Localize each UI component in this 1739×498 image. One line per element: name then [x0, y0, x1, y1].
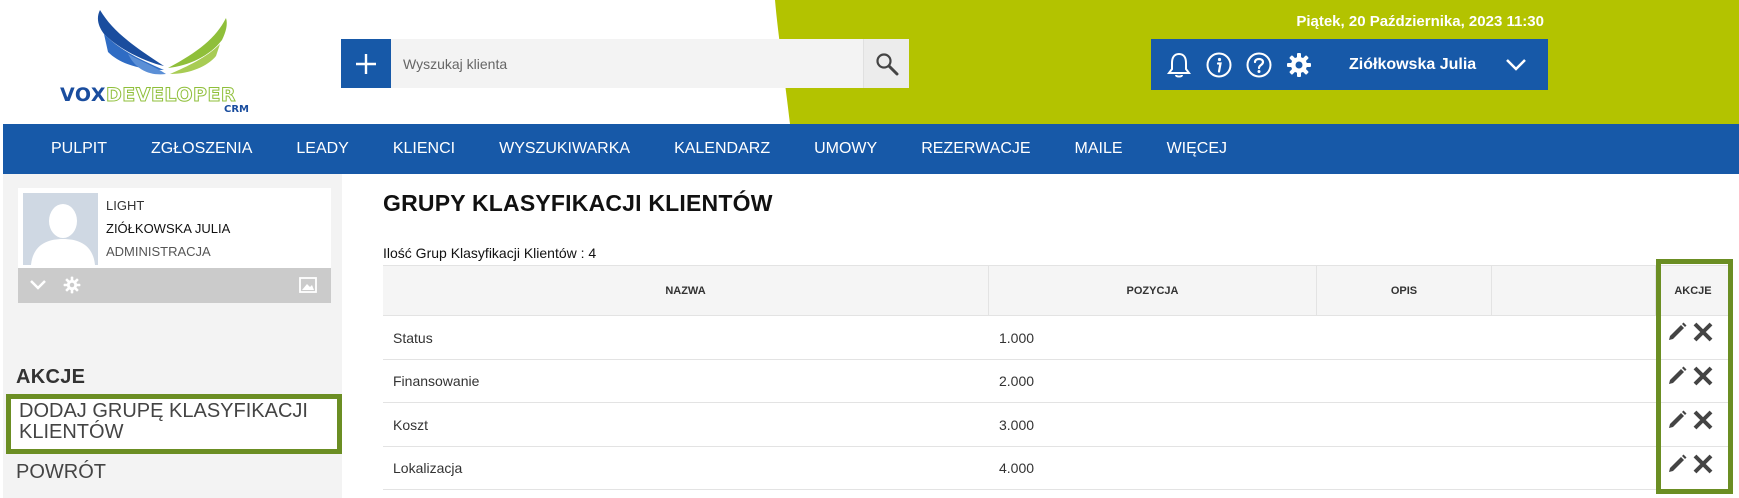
profile-card: LIGHT ZIÓŁKOWSKA JULIA ADMINISTRACJA [18, 188, 331, 303]
nav-item-umowy[interactable]: UMOWY [814, 140, 877, 158]
table-row: Koszt 3.000 [383, 403, 1730, 447]
profile-info: LIGHT ZIÓŁKOWSKA JULIA ADMINISTRACJA [106, 194, 230, 263]
user-silhouette-icon [23, 193, 98, 265]
column-header-spacer [1492, 266, 1656, 316]
search-input[interactable] [391, 39, 863, 88]
header: VOXDEVELOPER CRM Piątek, 20 Października… [0, 0, 1739, 124]
column-header-position[interactable]: POZYCJA [989, 266, 1317, 316]
logo-wings-icon [97, 10, 227, 75]
row-position: 3.000 [999, 416, 1035, 433]
row-position: 4.000 [999, 460, 1035, 476]
gear-icon[interactable] [1279, 45, 1319, 85]
row-position: 2.000 [999, 373, 1035, 389]
image-icon[interactable] [295, 272, 321, 298]
profile-role: ADMINISTRACJA [106, 244, 211, 259]
page-title: GRUPY KLASYFIKACJI KLIENTÓW [383, 190, 773, 216]
nav-item-klienci[interactable]: KLIENCI [393, 140, 455, 158]
logo-text: VOXDEVELOPER [60, 84, 260, 107]
table-row: Lokalizacja 4.000 [383, 447, 1730, 490]
help-icon[interactable] [1239, 45, 1279, 85]
classification-groups-table: NAZWA POZYCJA OPIS AKCJE Status 1.000 Fi… [383, 265, 1730, 490]
search-box [391, 39, 909, 88]
profile-plan: LIGHT [106, 198, 145, 213]
nav-item-wyszukiwarka[interactable]: WYSZUKIWARKA [499, 140, 630, 158]
table-row: Finansowanie 2.000 [383, 360, 1730, 403]
plus-icon [356, 53, 376, 74]
add-classification-group-link[interactable]: DODAJ GRUPĘ KLASYFIKACJI KLIENTÓW [6, 394, 342, 454]
chevron-down-icon[interactable] [25, 272, 51, 298]
profile-name: ZIÓŁKOWSKA JULIA [106, 221, 231, 236]
actions-column-highlight [1656, 259, 1733, 494]
nav-item-rezerwacje[interactable]: REZERWACJE [921, 140, 1030, 158]
logo-text-part2: DEVELOPER [105, 84, 237, 107]
profile-toolbar [18, 268, 331, 303]
nav-item-pulpit[interactable]: PULPIT [51, 140, 107, 158]
table-row: Status 1.000 [383, 316, 1730, 360]
groups-count: Ilość Grup Klasyfikacji Klientów : 4 [383, 245, 597, 261]
avatar[interactable] [23, 193, 98, 265]
page: VOXDEVELOPER CRM Piątek, 20 Października… [0, 0, 1739, 498]
add-client-button[interactable] [341, 39, 391, 88]
row-name: Lokalizacja [393, 460, 463, 476]
nav-item-leady[interactable]: LEADY [296, 140, 348, 158]
logo-text-part1: VOX [60, 84, 106, 106]
chevron-down-icon[interactable] [1502, 51, 1530, 79]
current-datetime: Piątek, 20 Października, 2023 11:30 [1296, 13, 1544, 30]
row-name: Status [393, 329, 433, 346]
nav-item-zgloszenia[interactable]: ZGŁOSZENIA [151, 140, 252, 158]
actions-title: AKCJE [16, 366, 86, 388]
info-icon[interactable] [1199, 45, 1239, 85]
user-name[interactable]: Ziółkowska Julia [1349, 56, 1476, 74]
main-nav: PULPIT ZGŁOSZENIA LEADY KLIENCI WYSZUKIW… [3, 124, 1739, 174]
nav-item-kalendarz[interactable]: KALENDARZ [674, 140, 770, 158]
nav-item-maile[interactable]: MAILE [1075, 140, 1123, 158]
bell-icon[interactable] [1159, 45, 1199, 85]
search-icon[interactable] [863, 39, 909, 88]
settings-gear-icon[interactable] [59, 272, 85, 298]
column-header-name[interactable]: NAZWA [383, 266, 989, 316]
sidebar: LIGHT ZIÓŁKOWSKA JULIA ADMINISTRACJA AKC… [3, 174, 342, 498]
user-bar: Ziółkowska Julia [1151, 39, 1548, 90]
back-link[interactable]: POWRÓT [16, 461, 106, 484]
column-header-description[interactable]: OPIS [1317, 266, 1492, 316]
row-name: Koszt [393, 416, 429, 433]
logo-crm: CRM [224, 104, 249, 115]
row-position: 1.000 [999, 329, 1035, 346]
logo[interactable]: VOXDEVELOPER CRM [60, 4, 260, 116]
nav-item-wiecej[interactable]: WIĘCEJ [1167, 140, 1227, 158]
row-name: Finansowanie [393, 373, 480, 389]
table-header: NAZWA POZYCJA OPIS AKCJE [383, 265, 1730, 316]
